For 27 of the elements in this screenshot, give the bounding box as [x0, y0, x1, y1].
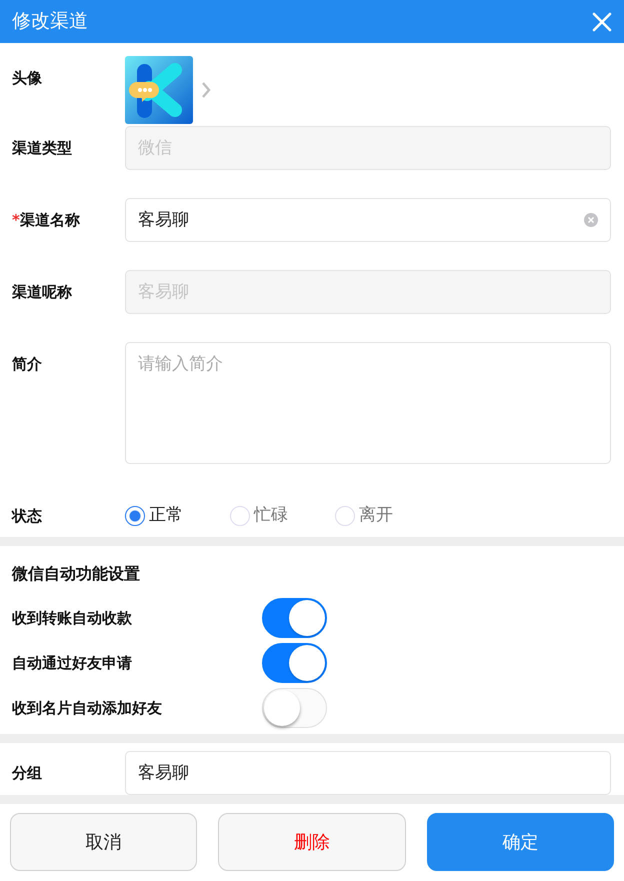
radio-option[interactable]: 忙碌 [230, 503, 335, 529]
switch-label: 自动通过好友申请 [12, 652, 133, 674]
chevron-right-icon[interactable] [201, 81, 211, 99]
dialog-button[interactable]: 删除 [218, 813, 406, 871]
toggle-switch[interactable] [262, 598, 327, 638]
field-label: 渠道呢称 [12, 283, 72, 301]
text-area[interactable]: 请输入简介 [125, 342, 611, 464]
field-label: 渠道名称 [20, 211, 80, 229]
radio-option[interactable]: 正常 [125, 503, 230, 529]
dialog-title: 修改渠道 [12, 9, 88, 34]
text-field[interactable]: 客易聊 [125, 751, 611, 795]
dialog-button[interactable]: 取消 [10, 813, 198, 871]
switch-label: 收到转账自动收款 [12, 608, 133, 629]
field-label: 简介 [12, 355, 42, 373]
field-label: 头像 [12, 69, 42, 87]
close-icon[interactable] [592, 12, 612, 32]
field-label: 分组 [12, 763, 43, 784]
field-label: 状态 [12, 507, 42, 525]
switch-label: 收到名片自动添加好友 [12, 698, 163, 719]
text-field[interactable]: 客易聊 [125, 198, 611, 242]
avatar-logo-icon[interactable] [125, 56, 193, 124]
dialog-button[interactable]: 确定 [426, 813, 614, 871]
section-title: 微信自动功能设置 [12, 563, 141, 585]
field-label: 渠道类型 [12, 139, 72, 157]
radio-option[interactable]: 离开 [335, 503, 440, 529]
toggle-switch[interactable] [262, 643, 327, 683]
required-mark: * [12, 211, 20, 229]
